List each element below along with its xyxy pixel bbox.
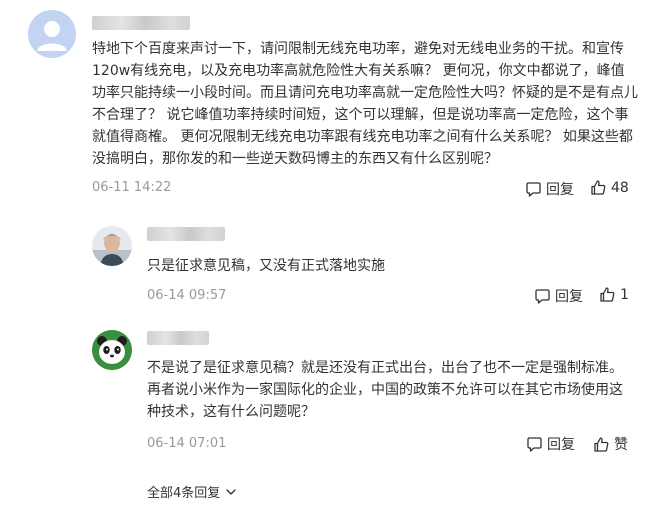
reply2-like-button[interactable]: 赞 [593, 434, 628, 454]
reply1-timestamp: 06-14 09:57 [147, 288, 227, 303]
commenter-name-redacted [92, 16, 190, 30]
commenter-avatar[interactable] [28, 10, 76, 58]
expand-replies-label: 全部4条回复 [147, 486, 221, 501]
comment-text: 特地下个百度来声讨一下，请问限制无线充电功率，避免对无线电业务的干扰。和宣传12… [92, 41, 638, 167]
thumbs-up-icon [594, 436, 609, 452]
reply-label: 回复 [547, 437, 575, 453]
reply2-timestamp: 06-14 07:01 [147, 436, 227, 451]
default-user-icon [28, 10, 76, 58]
reply-label: 回复 [546, 182, 574, 198]
reply1-like-button[interactable]: 1 [599, 286, 629, 303]
thumbs-up-icon [591, 180, 606, 195]
reply2-name-redacted [147, 331, 209, 345]
comment-like-button[interactable]: 48 [590, 179, 629, 196]
person-photo-avatar [92, 226, 132, 266]
reply-label: 回复 [555, 289, 583, 305]
panda-avatar [92, 330, 132, 370]
reply2-reply-button[interactable]: 回复 [526, 434, 575, 454]
reply1-text: 只是征求意见稿，又没有正式落地实施 [147, 258, 385, 274]
chevron-down-icon [226, 488, 236, 495]
comment-timestamp: 06-11 14:22 [92, 180, 172, 195]
thumbs-up-icon [600, 287, 615, 302]
reply1-avatar[interactable] [92, 226, 132, 266]
like-count: 1 [620, 286, 629, 303]
reply1-reply-button[interactable]: 回复 [534, 286, 583, 306]
reply2-avatar[interactable] [92, 330, 132, 370]
reply1-name-redacted [147, 227, 225, 241]
expand-all-replies-button[interactable]: 全部4条回复 [147, 482, 238, 501]
comment-bubble-icon [527, 436, 542, 452]
reply2-text: 不是说了是征求意见稿？就是还没有正式出台，出台了也不一定是强制标准。再者说小米作… [147, 360, 623, 420]
like-label: 赞 [614, 437, 628, 453]
like-count: 48 [611, 179, 629, 196]
comment-bubble-icon [535, 288, 550, 304]
comment-bubble-icon [526, 181, 541, 197]
comment-reply-button[interactable]: 回复 [525, 179, 574, 199]
